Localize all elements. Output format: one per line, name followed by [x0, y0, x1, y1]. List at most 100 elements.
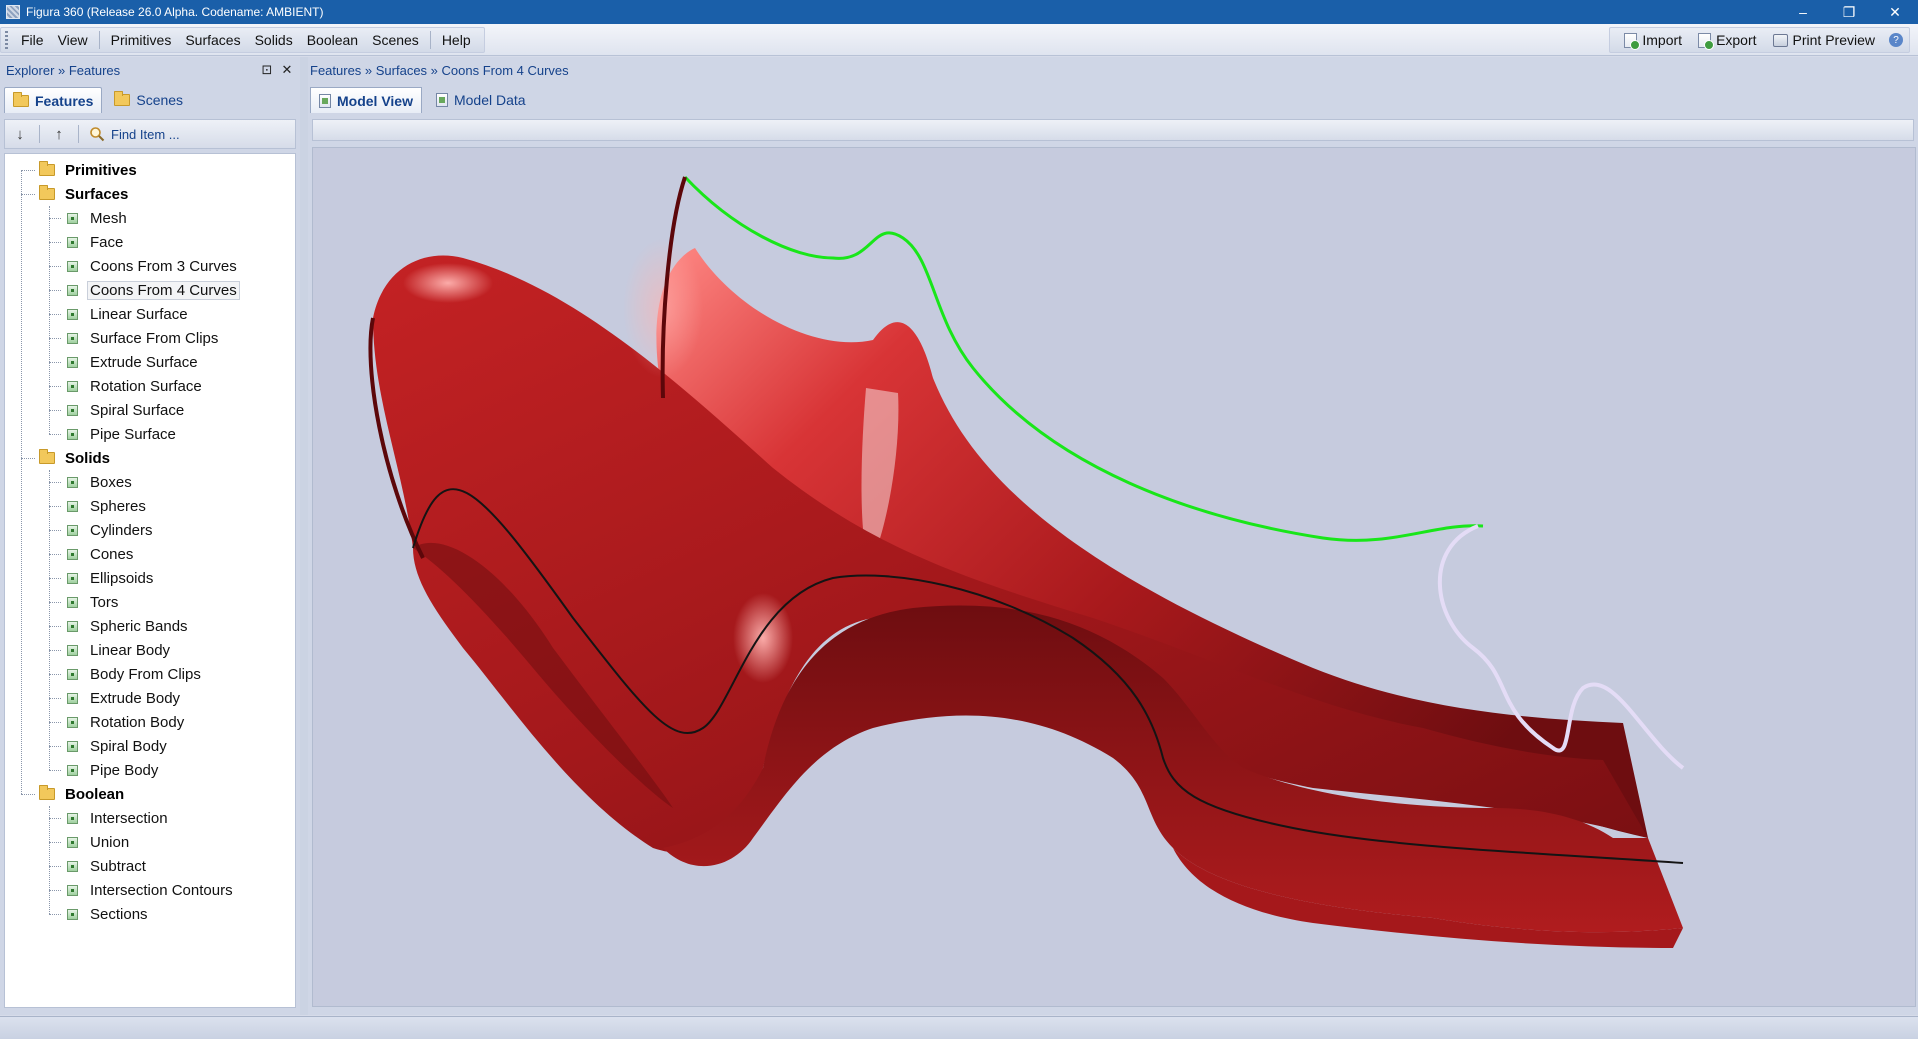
menu-surfaces[interactable]: Surfaces: [178, 29, 247, 51]
menu-scenes[interactable]: Scenes: [365, 29, 426, 51]
tree-guide-line: [49, 770, 61, 771]
restore-button[interactable]: ❐: [1826, 0, 1872, 24]
folder-icon: [39, 449, 55, 464]
tree-guide-line: [49, 722, 61, 723]
tree-group-boolean[interactable]: Boolean: [5, 782, 295, 806]
feature-icon: [67, 836, 78, 848]
close-panel-icon[interactable]: ✕: [280, 62, 294, 78]
tree-guide-line: [49, 218, 61, 219]
tree-item-label: Spiral Body: [90, 737, 167, 755]
breadcrumb: Features » Surfaces » Coons From 4 Curve…: [310, 62, 569, 78]
feature-icon: [67, 692, 78, 704]
tree-item-label: Linear Body: [90, 641, 171, 659]
tree-guide-line: [21, 194, 35, 195]
tree-item-label: Extrude Body: [90, 689, 181, 707]
feature-icon: [67, 908, 78, 920]
tree-item-label: Sections: [90, 905, 148, 923]
tree-group-primitives[interactable]: Primitives: [5, 158, 295, 182]
toolbar-grip[interactable]: [5, 31, 8, 49]
tree-item-label: Linear Surface: [90, 305, 188, 323]
tree-guide-line: [49, 746, 61, 747]
tree-guide-line: [49, 554, 61, 555]
menu-primitives[interactable]: Primitives: [104, 29, 179, 51]
tab-model-data[interactable]: Model Data: [428, 87, 534, 113]
tree-item-label: Subtract: [90, 857, 146, 875]
tree-item-label: Coons From 3 Curves: [90, 257, 237, 275]
coons-surface-render: [368, 175, 1685, 948]
tree-item-label: Spheres: [90, 497, 146, 515]
help-icon[interactable]: ?: [1889, 33, 1903, 47]
view-tabs: Model View Model Data: [308, 83, 1918, 113]
export-button[interactable]: Export: [1690, 30, 1764, 50]
tree-guide-line: [21, 170, 35, 171]
feature-icon: [67, 812, 78, 824]
tab-scenes[interactable]: Scenes: [106, 87, 191, 113]
feature-icon: [67, 356, 78, 368]
tab-model-view[interactable]: Model View: [310, 87, 422, 113]
status-bar: [0, 1016, 1918, 1039]
tab-model-data-label: Model Data: [453, 92, 526, 108]
tree-item-label: Pipe Body: [90, 761, 159, 779]
tab-scenes-label: Scenes: [136, 92, 184, 108]
tree-guide-line: [49, 482, 61, 483]
tree-guide-line: [49, 818, 61, 819]
feature-icon: [67, 308, 78, 320]
tree-guide-line: [21, 170, 22, 794]
panel-splitter[interactable]: [300, 57, 308, 1015]
feature-icon: [67, 740, 78, 752]
feature-icon: [67, 524, 78, 536]
find-item-label: Find Item ...: [111, 126, 180, 142]
tree-guide-line: [49, 242, 61, 243]
search-icon: [90, 127, 105, 142]
import-button[interactable]: Import: [1616, 30, 1690, 50]
export-label: Export: [1716, 32, 1757, 48]
move-down-icon[interactable]: ↓: [11, 126, 29, 143]
print-preview-button[interactable]: Print Preview: [1765, 30, 1883, 50]
surface-highlight-top: [403, 263, 493, 303]
tree-guide-line: [49, 338, 61, 339]
toolbar-separator: [39, 125, 40, 143]
3d-viewport[interactable]: [312, 147, 1916, 1007]
tab-model-view-label: Model View: [337, 92, 413, 109]
tree-item-label: Face: [90, 233, 124, 251]
find-item-button[interactable]: Find Item ...: [89, 126, 180, 142]
feature-icon: [67, 620, 78, 632]
tree-guide-line: [49, 650, 61, 651]
tree-group-solids[interactable]: Solids: [5, 446, 295, 470]
app-icon: [6, 5, 20, 19]
pin-icon[interactable]: ⊡: [260, 62, 274, 78]
model-view-icon: [319, 93, 331, 108]
explorer-toolbar: ↓ ↑ Find Item ...: [4, 119, 296, 149]
menu-boolean[interactable]: Boolean: [300, 29, 365, 51]
close-button[interactable]: ✕: [1872, 0, 1918, 24]
tree-guide-line: [49, 890, 61, 891]
explorer-tabs: Features Scenes: [0, 83, 300, 113]
folder-icon: [39, 161, 55, 176]
tree-guide-line: [49, 842, 61, 843]
feature-icon: [67, 380, 78, 392]
feature-icon: [67, 860, 78, 872]
minimize-button[interactable]: –: [1780, 0, 1826, 24]
tree-group-surfaces[interactable]: Surfaces: [5, 182, 295, 206]
move-up-icon[interactable]: ↑: [50, 126, 68, 143]
tree-item-label: Union: [90, 833, 130, 851]
menu-help[interactable]: Help: [435, 29, 478, 51]
menu-view[interactable]: View: [51, 29, 95, 51]
feature-icon: [67, 764, 78, 776]
folder-icon: [39, 785, 55, 800]
feature-icon: [67, 332, 78, 344]
tree-group-label: Boolean: [65, 785, 125, 803]
tree-item-label: Body From Clips: [90, 665, 201, 683]
tree-item-label: Spheric Bands: [90, 617, 188, 635]
tab-features[interactable]: Features: [4, 87, 103, 113]
tree-item-label: Intersection: [90, 809, 168, 827]
menu-file[interactable]: File: [14, 29, 51, 51]
main-panel: Features » Surfaces » Coons From 4 Curve…: [308, 57, 1918, 1015]
menu-solids[interactable]: Solids: [248, 29, 300, 51]
feature-icon: [67, 884, 78, 896]
window-title: Figura 360 (Release 26.0 Alpha. Codename…: [26, 5, 324, 19]
import-icon: [1624, 32, 1641, 50]
printer-icon: [1772, 33, 1788, 47]
tree-guide-line: [49, 206, 50, 434]
tree-guide-line: [49, 914, 61, 915]
